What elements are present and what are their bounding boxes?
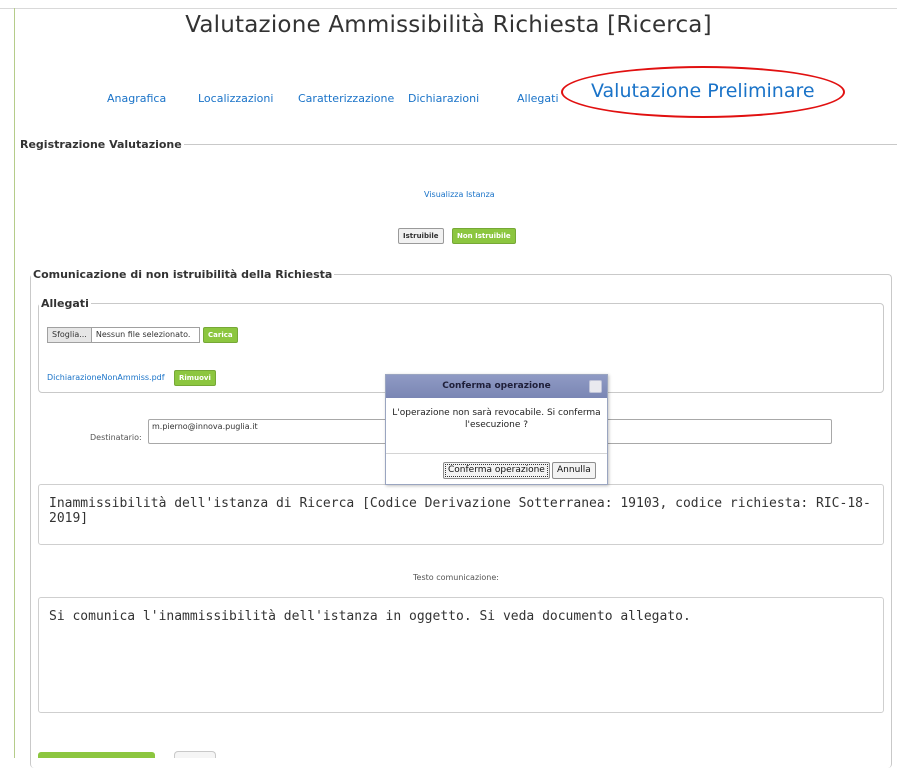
oggetto-textarea[interactable]: Inammissibilità dell'istanza di Ricerca … (38, 484, 884, 545)
file-upload-field[interactable]: Sfoglia... Nessun file selezionato. (47, 327, 200, 343)
registrazione-legend: Registrazione Valutazione (20, 138, 182, 151)
conferma-operazione-button[interactable]: Conferma operazione (443, 462, 550, 479)
page-title: Valutazione Ammissibilità Richiesta [Ric… (185, 12, 712, 38)
tab-dichiarazioni[interactable]: Dichiarazioni (408, 92, 479, 105)
tab-allegati[interactable]: Allegati (517, 92, 559, 105)
non-istruibile-button[interactable]: Non Istruibile (452, 228, 516, 244)
highlight-annotation-ellipse (561, 66, 845, 118)
comunicazione-legend: Comunicazione di non istruibilità della … (33, 268, 333, 281)
visualizza-istanza-link[interactable]: Visualizza Istanza (424, 190, 495, 199)
close-icon[interactable] (589, 380, 602, 393)
annulla-button[interactable]: Annulla (552, 462, 596, 479)
secondary-button-partial[interactable] (174, 751, 216, 758)
rimuovi-button[interactable]: Rimuovi (174, 370, 216, 386)
tab-localizzazioni[interactable]: Localizzazioni (198, 92, 273, 105)
top-divider (0, 8, 897, 9)
allegati-legend: Allegati (41, 297, 89, 310)
testo-comunicazione-textarea[interactable]: Si comunica l'inammissibilità dell'istan… (38, 597, 884, 713)
carica-button[interactable]: Carica (203, 327, 238, 343)
dialog-divider (386, 453, 607, 454)
destinatario-label: Destinatario: (90, 433, 142, 442)
left-border (14, 8, 15, 758)
attachment-file-link[interactable]: DichiarazioneNonAmmiss.pdf (47, 373, 165, 382)
dialog-message: L'operazione non sarà revocabile. Si con… (392, 408, 601, 430)
browse-button[interactable]: Sfoglia... (48, 328, 92, 342)
no-file-selected-text: Nessun file selezionato. (95, 330, 191, 339)
confirm-dialog: Conferma operazione L'operazione non sar… (385, 374, 608, 485)
dialog-title: Conferma operazione (386, 375, 607, 398)
testo-comunicazione-label: Testo comunicazione: (413, 573, 499, 582)
istruibile-button[interactable]: Istruibile (398, 228, 444, 244)
tab-anagrafica[interactable]: Anagrafica (107, 92, 166, 105)
tab-caratterizzazione[interactable]: Caratterizzazione (298, 92, 394, 105)
submit-button-partial[interactable] (38, 752, 155, 758)
